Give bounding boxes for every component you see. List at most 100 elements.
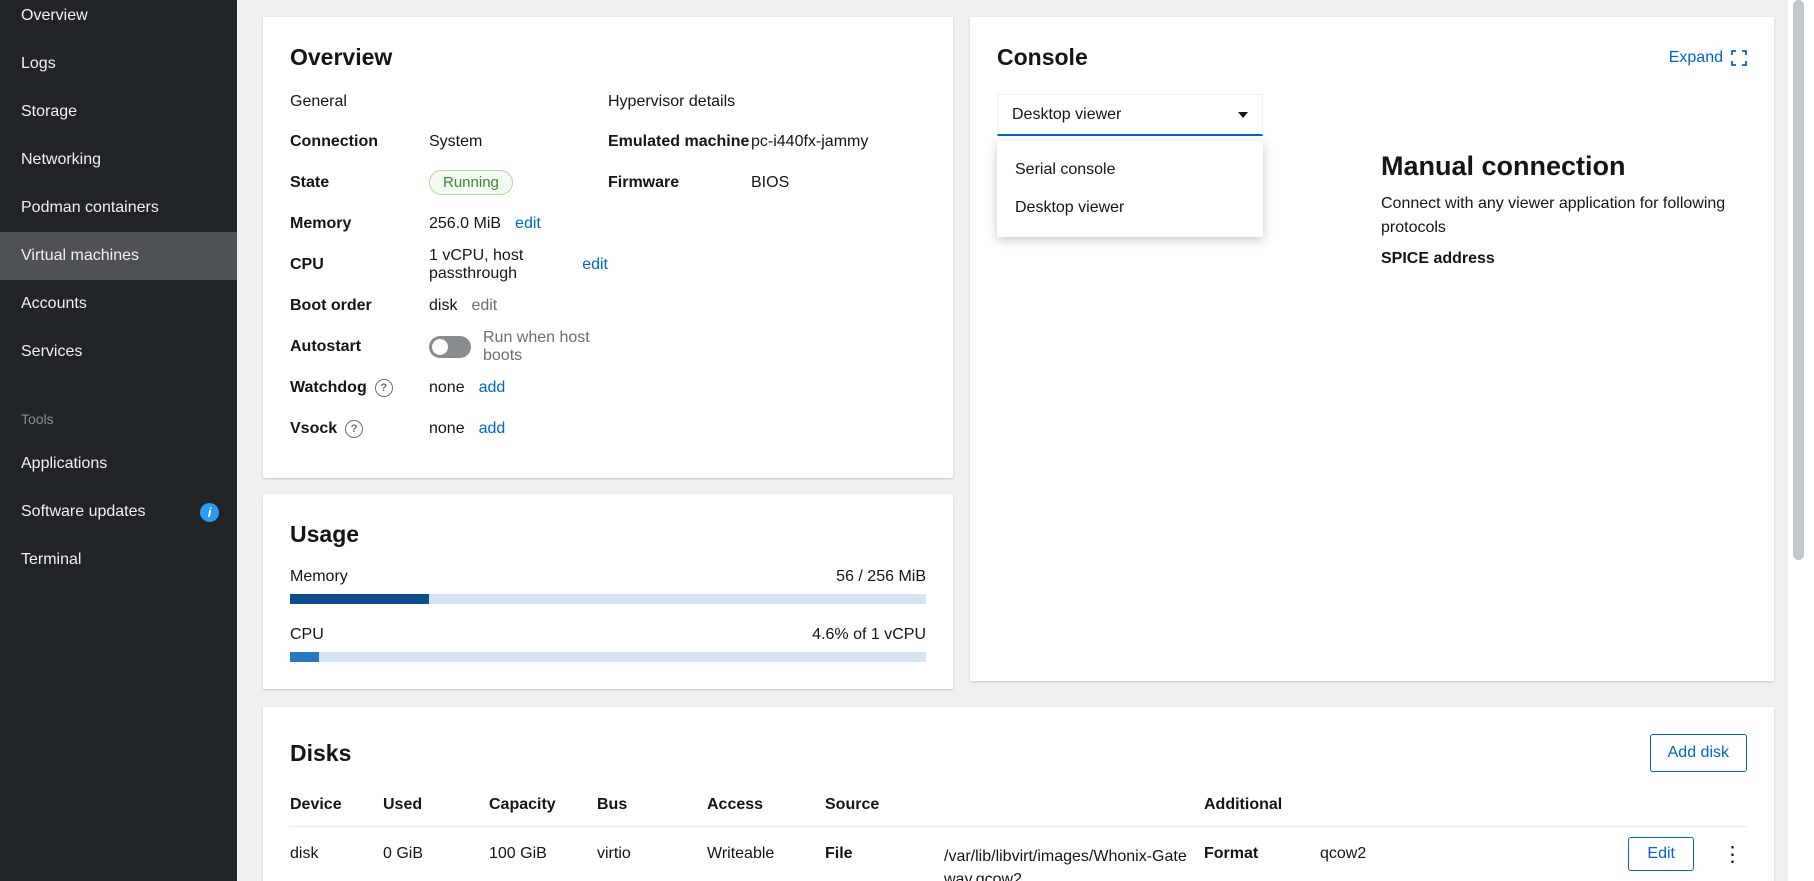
cpu-edit-link[interactable]: edit <box>582 256 608 274</box>
sidebar-item-storage[interactable]: Storage <box>0 88 237 136</box>
general-heading: General <box>290 93 608 111</box>
state-label: State <box>290 174 429 192</box>
cpu-usage-label: CPU <box>290 626 324 644</box>
disks-card: Disks Add disk Device Used Capacity Bus … <box>263 707 1774 881</box>
watchdog-label-text: Watchdog <box>290 379 367 397</box>
connection-row: Connection System <box>290 121 608 162</box>
toggle-knob <box>432 339 448 355</box>
cell-source: File /var/lib/libvirt/images/Whonix-Gate… <box>825 845 1204 881</box>
status-badge: Running <box>429 170 513 195</box>
manual-connection-block: Manual connection Connect with any viewe… <box>1381 94 1747 268</box>
firmware-label: Firmware <box>608 174 751 192</box>
usage-card: Usage Memory 56 / 256 MiB CPU 4.6% of 1 … <box>263 494 953 689</box>
emulated-machine-value: pc-i440fx-jammy <box>751 133 868 151</box>
memory-value: 256.0 MiB <box>429 215 501 233</box>
header-access: Access <box>707 796 825 814</box>
overview-card: Overview General Connection System State… <box>263 17 953 478</box>
vsock-add-link[interactable]: add <box>479 420 506 438</box>
cell-device: disk <box>290 845 383 863</box>
sidebar-item-applications[interactable]: Applications <box>0 440 237 488</box>
sidebar-item-podman-containers[interactable]: Podman containers <box>0 184 237 232</box>
boot-order-label: Boot order <box>290 297 429 315</box>
spice-address-label: SPICE address <box>1381 250 1747 268</box>
memory-edit-link[interactable]: edit <box>515 215 541 233</box>
watchdog-value: none <box>429 379 465 397</box>
row-actions: Edit ⋮ <box>1607 837 1747 871</box>
vsock-label: Vsock ? <box>290 420 429 438</box>
overview-grid: General Connection System State Running … <box>290 81 926 449</box>
connection-value: System <box>429 133 482 151</box>
cpu-progress-bar <box>290 652 926 662</box>
watchdog-row: Watchdog ? none add <box>290 367 608 408</box>
sidebar-item-networking[interactable]: Networking <box>0 136 237 184</box>
info-circle-icon: i <box>200 503 219 522</box>
sidebar-item-accounts[interactable]: Accounts <box>0 280 237 328</box>
top-columns: Overview General Connection System State… <box>263 17 1774 689</box>
memory-progress-bar <box>290 594 926 604</box>
expand-icon <box>1731 50 1747 66</box>
console-type-select[interactable]: Desktop viewer <box>997 94 1263 136</box>
sidebar-item-label: Software updates <box>21 503 146 521</box>
connection-label: Connection <box>290 133 429 151</box>
header-device: Device <box>290 796 383 814</box>
menu-item-desktop-viewer[interactable]: Desktop viewer <box>997 189 1263 227</box>
cell-capacity: 100 GiB <box>489 845 597 863</box>
autostart-description: Run when host boots <box>483 329 608 365</box>
autostart-row: Autostart Run when host boots <box>290 326 608 367</box>
disks-table: Device Used Capacity Bus Access Source A… <box>290 788 1747 881</box>
hypervisor-column: Hypervisor details Emulated machine pc-i… <box>608 81 926 449</box>
boot-order-edit-link[interactable]: edit <box>471 297 497 315</box>
boot-order-row: Boot order disk edit <box>290 285 608 326</box>
general-column: General Connection System State Running … <box>290 81 608 449</box>
disks-table-header: Device Used Capacity Bus Access Source A… <box>290 788 1747 827</box>
source-type-label: File <box>825 845 944 881</box>
console-card-title: Console <box>997 44 1088 71</box>
right-column: Console Expand Desktop viewer <box>970 17 1774 689</box>
menu-item-serial-console[interactable]: Serial console <box>997 151 1263 189</box>
manual-connection-heading: Manual connection <box>1381 151 1747 182</box>
header-used: Used <box>383 796 489 814</box>
sidebar: Overview Logs Storage Networking Podman … <box>0 0 237 881</box>
expand-label: Expand <box>1669 49 1723 67</box>
sidebar-item-logs[interactable]: Logs <box>0 40 237 88</box>
sidebar-item-virtual-machines[interactable]: Virtual machines <box>0 232 237 280</box>
scrollbar-thumb[interactable] <box>1793 0 1804 560</box>
expand-button[interactable]: Expand <box>1669 49 1747 67</box>
console-body: Desktop viewer Serial console Desktop vi… <box>997 94 1747 268</box>
cell-bus: virtio <box>597 845 707 863</box>
disks-card-title: Disks <box>290 740 351 767</box>
left-column: Overview General Connection System State… <box>263 17 953 689</box>
emulated-machine-label: Emulated machine <box>608 133 751 151</box>
kebab-menu-icon[interactable]: ⋮ <box>1718 840 1747 869</box>
header-source: Source <box>825 796 1204 814</box>
chevron-down-icon <box>1238 112 1248 118</box>
cpu-row: CPU 1 vCPU, host passthrough edit <box>290 244 608 285</box>
state-row: State Running <box>290 162 608 203</box>
watchdog-add-link[interactable]: add <box>479 379 506 397</box>
overview-card-title: Overview <box>290 44 926 71</box>
memory-label: Memory <box>290 215 429 233</box>
autostart-toggle[interactable] <box>429 336 471 358</box>
firmware-value: BIOS <box>751 174 789 192</box>
manual-connection-description: Connect with any viewer application for … <box>1381 192 1747 240</box>
memory-usage-value: 56 / 256 MiB <box>836 568 926 586</box>
sidebar-item-overview[interactable]: Overview <box>0 0 237 40</box>
sidebar-item-terminal[interactable]: Terminal <box>0 536 237 584</box>
scrollbar-track[interactable] <box>1788 0 1814 881</box>
edit-disk-button[interactable]: Edit <box>1628 837 1694 871</box>
console-type-selected-value: Desktop viewer <box>1012 106 1121 124</box>
help-icon[interactable]: ? <box>345 420 363 438</box>
cpu-label: CPU <box>290 256 429 274</box>
watchdog-label: Watchdog ? <box>290 379 429 397</box>
sidebar-item-services[interactable]: Services <box>0 328 237 376</box>
sidebar-item-software-updates[interactable]: Software updates i <box>0 488 237 536</box>
boot-order-value: disk <box>429 297 457 315</box>
header-capacity: Capacity <box>489 796 597 814</box>
table-row: disk 0 GiB 100 GiB virtio Writeable File… <box>290 827 1747 881</box>
help-icon[interactable]: ? <box>375 379 393 397</box>
vsock-row: Vsock ? none add <box>290 408 608 449</box>
memory-usage-label: Memory <box>290 568 348 586</box>
add-disk-button[interactable]: Add disk <box>1650 734 1747 772</box>
cpu-progress-fill <box>290 652 319 662</box>
main-content: Overview General Connection System State… <box>237 0 1788 881</box>
